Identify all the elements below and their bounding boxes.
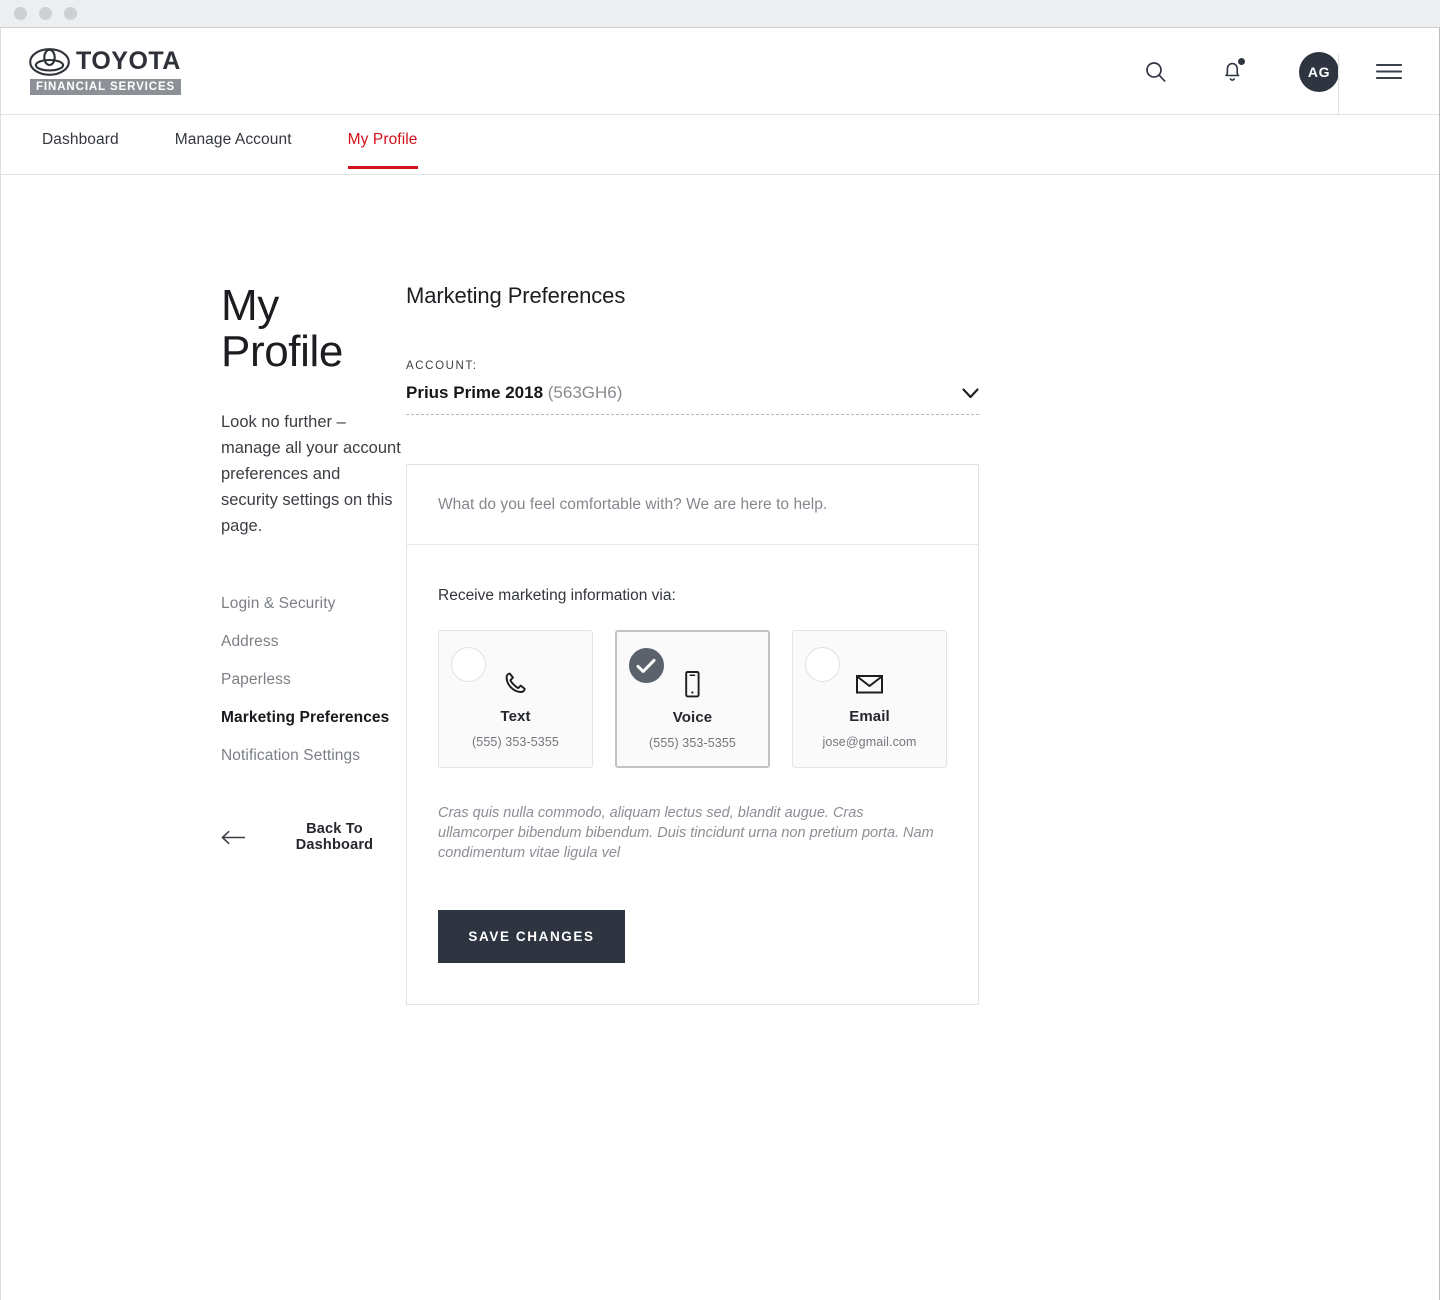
section-title: Marketing Preferences bbox=[406, 283, 626, 308]
profile-sidebar: My Profile Look no further – manage all … bbox=[1, 281, 401, 1005]
sidebar-item-address[interactable]: Address bbox=[221, 623, 401, 661]
option-voice-radio[interactable] bbox=[628, 648, 664, 683]
hamburger-icon bbox=[1376, 63, 1402, 80]
window-maximize-button[interactable] bbox=[64, 7, 77, 20]
option-email-value: jose@gmail.com bbox=[822, 735, 917, 749]
site-header: TOYOTA FINANCIAL SERVICES AG bbox=[1, 28, 1439, 115]
profile-section-nav: Login & Security Address Paperless Marke… bbox=[221, 585, 401, 775]
check-icon bbox=[636, 658, 656, 673]
tab-manage-account[interactable]: Manage Account bbox=[175, 131, 292, 169]
header-actions: AG bbox=[1145, 28, 1339, 115]
avatar[interactable]: AG bbox=[1299, 51, 1339, 92]
contact-method-options: Text (555) 353-5355 Voice (555) 353-5355… bbox=[438, 630, 947, 768]
option-email-radio[interactable] bbox=[805, 647, 841, 682]
sidebar-item-paperless[interactable]: Paperless bbox=[221, 661, 401, 699]
option-email-name: Email bbox=[849, 708, 890, 725]
option-text[interactable]: Text (555) 353-5355 bbox=[438, 630, 593, 768]
search-button[interactable] bbox=[1145, 61, 1166, 82]
browser-title-bar bbox=[0, 0, 1440, 28]
brand-tagline: FINANCIAL SERVICES bbox=[30, 79, 182, 95]
tab-dashboard[interactable]: Dashboard bbox=[42, 131, 119, 169]
option-text-radio[interactable] bbox=[451, 647, 486, 682]
option-voice[interactable]: Voice (555) 353-5355 bbox=[614, 630, 771, 768]
sidebar-item-login-security[interactable]: Login & Security bbox=[221, 585, 401, 623]
option-text-value: (555) 353-5355 bbox=[472, 735, 559, 749]
tab-my-profile[interactable]: My Profile bbox=[347, 131, 418, 169]
chevron-down-icon bbox=[962, 387, 979, 398]
option-voice-name: Voice bbox=[672, 709, 713, 726]
account-name: Prius Prime 2018 bbox=[406, 383, 544, 402]
notifications-button[interactable] bbox=[1222, 58, 1245, 83]
sidebar-item-marketing-preferences[interactable]: Marketing Preferences bbox=[221, 699, 401, 737]
option-email[interactable]: Email jose@gmail.com bbox=[792, 630, 947, 768]
mobile-icon bbox=[683, 668, 702, 700]
page-frame: TOYOTA FINANCIAL SERVICES AG Dashboard M… bbox=[0, 28, 1440, 1300]
window-minimize-button[interactable] bbox=[39, 7, 52, 20]
page-title: My Profile bbox=[221, 281, 343, 377]
envelope-icon bbox=[855, 667, 884, 699]
preferences-card-body: Receive marketing information via: Text bbox=[407, 545, 978, 1004]
account-selector-block: ACCOUNT: Prius Prime 2018 (563GH6) bbox=[406, 360, 979, 415]
back-to-dashboard-link[interactable]: Back To Dashboard bbox=[221, 821, 401, 853]
preferences-card: What do you feel comfortable with? We ar… bbox=[406, 464, 979, 1005]
phone-icon bbox=[502, 667, 529, 699]
window-close-button[interactable] bbox=[14, 7, 27, 20]
option-voice-value: (555) 353-5355 bbox=[649, 736, 736, 750]
sidebar-item-notification-settings[interactable]: Notification Settings bbox=[221, 737, 401, 775]
search-icon bbox=[1146, 62, 1166, 82]
primary-nav: Dashboard Manage Account My Profile bbox=[1, 115, 1439, 175]
account-number: (563GH6) bbox=[547, 383, 623, 402]
save-changes-button[interactable]: SAVE CHANGES bbox=[438, 910, 625, 963]
option-text-name: Text bbox=[500, 708, 531, 725]
brand-logo[interactable]: TOYOTA FINANCIAL SERVICES bbox=[29, 47, 182, 95]
brand-wordmark: TOYOTA bbox=[76, 47, 181, 75]
page-description: Look no further – manage all your accoun… bbox=[221, 413, 401, 536]
account-dropdown[interactable]: Prius Prime 2018 (563GH6) bbox=[406, 383, 979, 415]
marketing-preferences-panel: Marketing Preferences ACCOUNT: Prius Pri… bbox=[401, 283, 1439, 1005]
preferences-card-header: What do you feel comfortable with? We ar… bbox=[407, 465, 978, 545]
page-content: My Profile Look no further – manage all … bbox=[1, 175, 1439, 1005]
account-label: ACCOUNT: bbox=[406, 360, 478, 372]
back-to-dashboard-label: Back To Dashboard bbox=[295, 821, 374, 854]
toyota-emblem-icon bbox=[29, 47, 70, 76]
preferences-card-intro: What do you feel comfortable with? We ar… bbox=[438, 496, 828, 513]
receive-via-label: Receive marketing information via: bbox=[438, 587, 676, 604]
notification-badge bbox=[1238, 58, 1245, 65]
brand-logo-top: TOYOTA bbox=[29, 47, 181, 76]
disclaimer-text: Cras quis nulla commodo, aliquam lectus … bbox=[438, 805, 934, 861]
account-value: Prius Prime 2018 (563GH6) bbox=[406, 383, 622, 403]
menu-button[interactable] bbox=[1339, 28, 1439, 115]
arrow-left-icon bbox=[221, 830, 246, 844]
